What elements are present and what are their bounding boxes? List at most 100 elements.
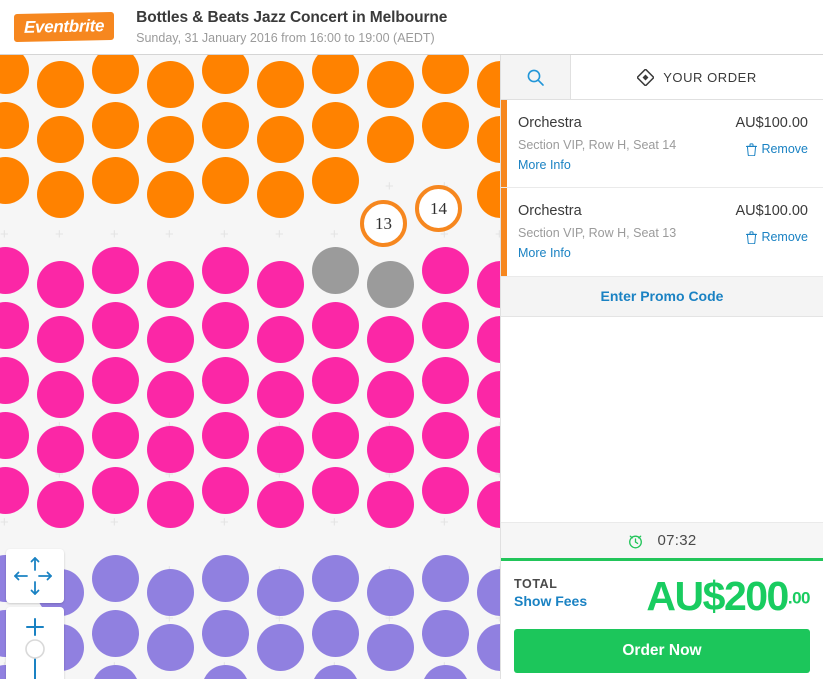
seat-available[interactable] [312, 467, 359, 514]
seat-available[interactable] [422, 247, 469, 294]
seat-available[interactable] [312, 412, 359, 459]
seat-available[interactable] [477, 481, 500, 528]
seat-available[interactable] [0, 157, 29, 204]
seat-available[interactable] [0, 247, 29, 294]
seat-available[interactable] [202, 467, 249, 514]
seat-available[interactable] [367, 61, 414, 108]
seat-available[interactable] [477, 569, 500, 616]
seat-available[interactable] [367, 569, 414, 616]
seat-available[interactable] [92, 102, 139, 149]
seat-available[interactable] [92, 247, 139, 294]
seat-available[interactable] [147, 426, 194, 473]
enter-promo-code-button[interactable]: Enter Promo Code [501, 276, 823, 317]
seat-available[interactable] [477, 61, 500, 108]
seat-available[interactable] [92, 467, 139, 514]
seat-available[interactable] [37, 261, 84, 308]
seat-available[interactable] [422, 610, 469, 657]
seat-available[interactable] [202, 357, 249, 404]
seat-available[interactable] [422, 102, 469, 149]
seat-available[interactable] [0, 357, 29, 404]
seat-available[interactable] [37, 171, 84, 218]
seat-available[interactable] [147, 481, 194, 528]
seat-map[interactable]: ++++++++++++++++++++++++++++++++++++++++… [0, 55, 500, 679]
seat-selected[interactable]: 13 [360, 200, 407, 247]
seat-available[interactable] [367, 624, 414, 671]
seat-available[interactable] [147, 171, 194, 218]
seat-available[interactable] [312, 665, 359, 679]
seat-available[interactable] [202, 665, 249, 679]
seat-available[interactable] [147, 316, 194, 363]
seat-available[interactable] [312, 555, 359, 602]
seat-available[interactable] [312, 55, 359, 94]
seat-available[interactable] [477, 171, 500, 218]
seat-available[interactable] [477, 316, 500, 363]
seat-available[interactable] [312, 610, 359, 657]
seat-available[interactable] [312, 157, 359, 204]
seat-available[interactable] [422, 412, 469, 459]
seat-available[interactable] [37, 116, 84, 163]
seat-available[interactable] [312, 102, 359, 149]
seat-available[interactable] [477, 261, 500, 308]
eventbrite-logo[interactable]: Eventbrite [14, 11, 115, 43]
seat-available[interactable] [0, 412, 29, 459]
seat-available[interactable] [0, 302, 29, 349]
tab-search[interactable] [501, 55, 571, 99]
seat-available[interactable] [202, 302, 249, 349]
seat-available[interactable] [312, 357, 359, 404]
seat-available[interactable] [422, 665, 469, 679]
seat-available[interactable] [477, 116, 500, 163]
seat-available[interactable] [257, 624, 304, 671]
seat-available[interactable] [312, 302, 359, 349]
seat-available[interactable] [147, 61, 194, 108]
seat-available[interactable] [202, 610, 249, 657]
tab-your-order[interactable]: YOUR ORDER [571, 55, 823, 99]
seat-available[interactable] [257, 171, 304, 218]
seat-available[interactable] [257, 481, 304, 528]
seat-available[interactable] [202, 157, 249, 204]
seat-available[interactable] [92, 555, 139, 602]
seat-available[interactable] [367, 116, 414, 163]
seat-available[interactable] [0, 102, 29, 149]
seat-available[interactable] [92, 412, 139, 459]
show-fees-link[interactable]: Show Fees [514, 593, 587, 609]
more-info-link[interactable]: More Info [518, 245, 735, 261]
seat-available[interactable] [0, 467, 29, 514]
seat-available[interactable] [477, 426, 500, 473]
seat-available[interactable] [37, 316, 84, 363]
seat-available[interactable] [257, 261, 304, 308]
zoom-slider-handle[interactable] [25, 639, 45, 659]
seat-available[interactable] [147, 569, 194, 616]
order-now-button[interactable]: Order Now [514, 628, 810, 673]
seat-available[interactable] [147, 371, 194, 418]
seat-available[interactable] [257, 569, 304, 616]
seat-available[interactable] [147, 116, 194, 163]
seat-available[interactable] [202, 102, 249, 149]
seat-available[interactable] [257, 61, 304, 108]
seat-available[interactable] [367, 481, 414, 528]
seat-available[interactable] [37, 371, 84, 418]
seat-available[interactable] [367, 371, 414, 418]
seat-available[interactable] [367, 316, 414, 363]
seat-available[interactable] [202, 555, 249, 602]
seat-available[interactable] [37, 426, 84, 473]
seat-available[interactable] [422, 55, 469, 94]
seat-available[interactable] [477, 371, 500, 418]
seat-available[interactable] [422, 467, 469, 514]
seat-available[interactable] [257, 426, 304, 473]
remove-button[interactable]: Remove [735, 230, 808, 244]
seat-available[interactable] [202, 412, 249, 459]
seat-available[interactable] [257, 371, 304, 418]
seat-available[interactable] [0, 55, 29, 94]
seat-available[interactable] [147, 624, 194, 671]
seat-available[interactable] [37, 481, 84, 528]
search-icon[interactable] [526, 68, 545, 87]
seat-available[interactable] [147, 261, 194, 308]
seat-selected[interactable]: 14 [415, 185, 462, 232]
seat-available[interactable] [422, 357, 469, 404]
seat-available[interactable] [202, 247, 249, 294]
pan-control[interactable] [6, 549, 64, 603]
seat-available[interactable] [92, 302, 139, 349]
seat-available[interactable] [92, 610, 139, 657]
seat-available[interactable] [367, 426, 414, 473]
seat-available[interactable] [202, 55, 249, 94]
